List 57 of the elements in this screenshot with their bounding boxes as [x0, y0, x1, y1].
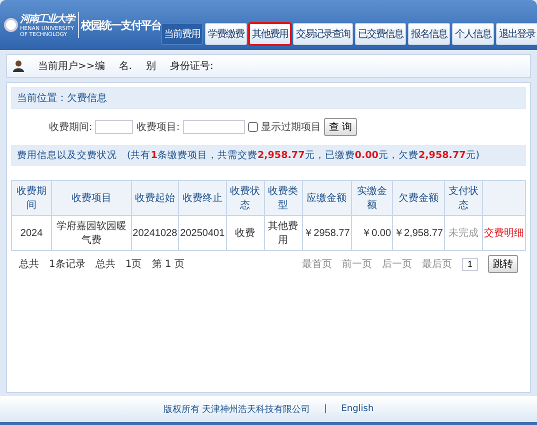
- nav-tab[interactable]: 当前费用: [161, 23, 203, 45]
- university-name: 河南工业大学: [20, 12, 76, 26]
- column-header: 应缴金额: [302, 180, 352, 216]
- table-cell: 2024: [12, 216, 52, 250]
- column-header: 收费类型: [264, 180, 302, 216]
- record-count: 总共 1条记录: [19, 258, 86, 271]
- table-cell: 学府嘉园软园暖气费: [52, 216, 132, 250]
- field-label: 收费项目:: [136, 120, 180, 134]
- column-header: 支付状态: [444, 180, 482, 216]
- column-header: 欠费金额: [392, 180, 444, 216]
- expired-checkbox[interactable]: [248, 122, 258, 132]
- nav-tab[interactable]: 其他费用: [249, 23, 291, 45]
- column-header: 收费期间: [12, 180, 52, 216]
- location-bar: 当前位置：欠费信息: [11, 87, 526, 109]
- item-input[interactable]: [182, 120, 245, 134]
- table-cell: 20241028: [131, 216, 179, 250]
- separator: |: [324, 404, 328, 414]
- user-info-text: 别: [146, 60, 156, 73]
- table-cell: 收费: [226, 216, 264, 250]
- user-info-text: 当前用户>>编: [38, 60, 105, 73]
- pager-link[interactable]: 最首页: [302, 257, 332, 271]
- page-input[interactable]: 1: [462, 258, 478, 270]
- university-seal-icon: [4, 18, 18, 32]
- column-header: 收费终止: [178, 180, 226, 216]
- site-title: 校园统一支付平台: [81, 18, 161, 32]
- copyright-text: 版权所有 天津神州浩天科技有限公司: [163, 404, 310, 416]
- table-cell: 20250401: [178, 216, 226, 250]
- nav-tab[interactable]: 退出登录: [496, 23, 537, 45]
- go-button[interactable]: 跳转: [488, 255, 518, 273]
- summary-bar: 费用信息以及交费状况 (共有1条缴费项目，共需交费2,958.77元，已缴费0.00元，欠费2,958.77元): [11, 145, 526, 166]
- checkbox-label: 显示过期项目: [260, 120, 321, 134]
- pager-link[interactable]: 后一页: [382, 257, 412, 271]
- user-info-text: 身份证号:: [170, 60, 214, 73]
- table-cell: ￥2958.77: [302, 216, 352, 250]
- user-info-text: 名.: [118, 60, 132, 73]
- search-button[interactable]: 查 询: [324, 118, 357, 136]
- nav-tab[interactable]: 学费缴费: [205, 23, 247, 45]
- current-page: 第 1 页: [152, 258, 184, 271]
- column-header: 收费状态: [226, 180, 264, 216]
- nav-tab[interactable]: 交易记录查询: [293, 23, 353, 45]
- table-cell: 其他费用: [264, 216, 302, 250]
- column-header: 收费项目: [52, 180, 132, 216]
- field-label: 收费期间:: [49, 120, 92, 134]
- table-cell: ￥0.00: [351, 216, 393, 250]
- period-input[interactable]: [95, 120, 134, 134]
- pager-link[interactable]: 前一页: [342, 257, 372, 271]
- pager-link[interactable]: 最后页: [422, 257, 452, 271]
- table-cell: ￥2,958.77: [392, 216, 444, 250]
- nav-tab[interactable]: 已交费信息: [355, 23, 406, 45]
- user-icon: [13, 60, 24, 72]
- nav-tab[interactable]: 个人信息: [452, 23, 494, 45]
- column-header: 收费起始: [131, 180, 179, 216]
- table-cell: 未完成: [444, 216, 482, 250]
- language-link[interactable]: English: [341, 404, 374, 414]
- page-count: 总共 1页: [95, 258, 142, 271]
- nav-tab[interactable]: 报名信息: [408, 23, 450, 45]
- column-header: 实缴金额: [351, 180, 393, 216]
